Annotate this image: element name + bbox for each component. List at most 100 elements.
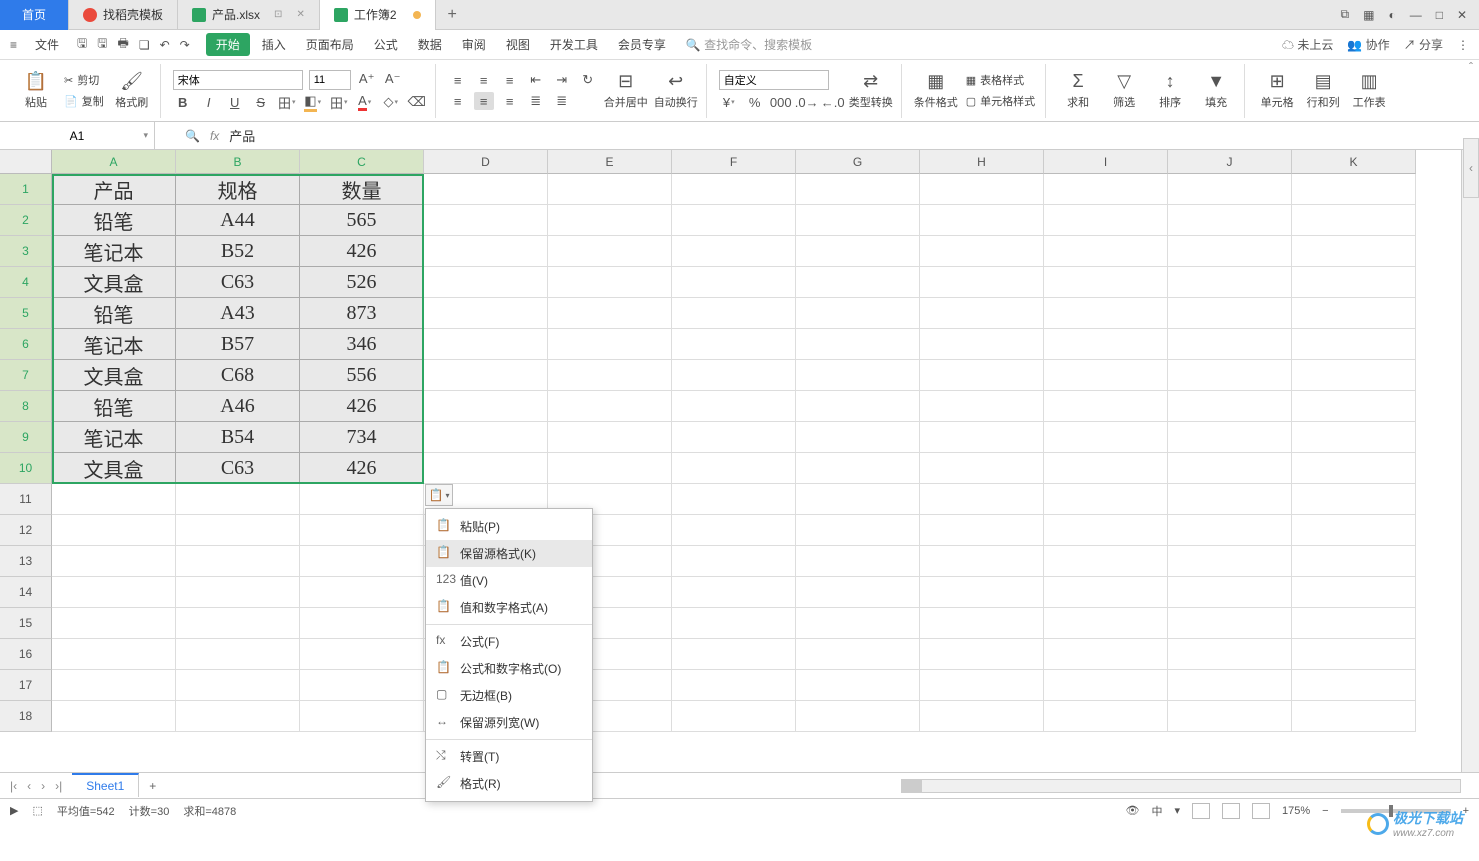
cell[interactable] (920, 236, 1044, 267)
col-header-J[interactable]: J (1168, 150, 1292, 174)
col-header-D[interactable]: D (424, 150, 548, 174)
worksheet-button[interactable]: ▥工作表 (1349, 71, 1389, 110)
autosum-button[interactable]: Σ求和 (1058, 71, 1098, 110)
cell[interactable] (1044, 670, 1168, 701)
cell[interactable] (1168, 236, 1292, 267)
cell[interactable] (1044, 329, 1168, 360)
menu-dev[interactable]: 开发工具 (542, 32, 606, 57)
cell[interactable] (920, 670, 1044, 701)
cell[interactable] (1292, 391, 1416, 422)
cell[interactable] (424, 422, 548, 453)
cell[interactable]: C63 (176, 453, 300, 484)
spreadsheet-grid[interactable]: ABCDEFGHIJK 123456789101112131415161718 … (0, 150, 1479, 772)
cell[interactable] (176, 670, 300, 701)
cell[interactable] (1168, 546, 1292, 577)
clear-format-button[interactable]: ⌫ (407, 93, 427, 111)
col-header-C[interactable]: C (300, 150, 424, 174)
cell[interactable] (796, 267, 920, 298)
rowcol-button[interactable]: ▤行和列 (1303, 71, 1343, 110)
selection-icon[interactable]: ⬚ (32, 804, 42, 817)
italic-button[interactable]: I (199, 93, 219, 111)
cell[interactable] (672, 546, 796, 577)
row-header-11[interactable]: 11 (0, 484, 52, 515)
cell[interactable] (1044, 267, 1168, 298)
menu-icon[interactable]: ≡ (10, 38, 17, 52)
cell[interactable] (920, 174, 1044, 205)
cell[interactable] (548, 453, 672, 484)
cell[interactable] (796, 422, 920, 453)
cell[interactable] (796, 701, 920, 732)
cell[interactable]: B52 (176, 236, 300, 267)
cloud-status[interactable]: ☁ 未上云 (1282, 36, 1333, 53)
row-header-2[interactable]: 2 (0, 205, 52, 236)
menu-formulas-numfmt[interactable]: 📋公式和数字格式(O) (426, 655, 592, 682)
cell[interactable] (920, 577, 1044, 608)
cell[interactable] (548, 391, 672, 422)
cell[interactable]: 数量 (300, 174, 424, 205)
cell[interactable] (1168, 174, 1292, 205)
cell[interactable] (424, 267, 548, 298)
sheet-tab[interactable]: Sheet1 (72, 773, 139, 797)
number-format-combo[interactable] (719, 70, 829, 90)
cell[interactable] (548, 329, 672, 360)
zoom-level[interactable]: 175% (1282, 805, 1310, 817)
cell[interactable] (300, 670, 424, 701)
filter-button[interactable]: ▽筛选 (1104, 71, 1144, 110)
record-macro-icon[interactable]: ▶ (10, 804, 18, 817)
cell[interactable]: 526 (300, 267, 424, 298)
decrease-indent-icon[interactable]: ⇤ (526, 71, 546, 89)
row-header-1[interactable]: 1 (0, 174, 52, 205)
orientation-icon[interactable]: ↻ (578, 71, 598, 89)
cell[interactable]: 文具盒 (52, 360, 176, 391)
ime-dropdown-icon[interactable]: ▾ (1174, 804, 1180, 817)
cell[interactable]: A43 (176, 298, 300, 329)
justify-icon[interactable]: ≣ (526, 92, 546, 110)
cell[interactable] (548, 360, 672, 391)
cell[interactable] (52, 608, 176, 639)
cell[interactable] (672, 608, 796, 639)
cell[interactable]: 565 (300, 205, 424, 236)
cell-style-button[interactable]: ▢ 单元格样式 (964, 92, 1037, 110)
row-header-6[interactable]: 6 (0, 329, 52, 360)
cell[interactable] (920, 205, 1044, 236)
cell[interactable] (796, 546, 920, 577)
cell[interactable] (920, 546, 1044, 577)
cell[interactable]: 笔记本 (52, 422, 176, 453)
cell[interactable] (548, 298, 672, 329)
cell[interactable]: A44 (176, 205, 300, 236)
cell[interactable] (920, 329, 1044, 360)
menu-format[interactable]: 🖌格式(R) (426, 770, 592, 797)
cell[interactable] (548, 267, 672, 298)
cell[interactable] (672, 701, 796, 732)
row-header-17[interactable]: 17 (0, 670, 52, 701)
cell[interactable] (672, 422, 796, 453)
ime-indicator[interactable]: 中 (1151, 803, 1162, 819)
cell[interactable]: 文具盒 (52, 267, 176, 298)
paste-options-chip[interactable]: 📋 (425, 484, 453, 506)
cell[interactable]: 文具盒 (52, 453, 176, 484)
tab-file-products[interactable]: 产品.xlsx ⊡ ✕ (178, 0, 320, 30)
cell[interactable] (1168, 298, 1292, 329)
cell[interactable] (176, 546, 300, 577)
collapse-ribbon-icon[interactable]: ˆ (1469, 60, 1473, 74)
cell[interactable] (176, 608, 300, 639)
cell[interactable] (424, 174, 548, 205)
cell[interactable] (672, 515, 796, 546)
row-header-5[interactable]: 5 (0, 298, 52, 329)
cell[interactable] (1168, 515, 1292, 546)
menu-transpose[interactable]: ⤭转置(T) (426, 743, 592, 770)
cell[interactable] (796, 205, 920, 236)
menu-insert[interactable]: 插入 (254, 32, 294, 57)
cell[interactable] (796, 639, 920, 670)
cell[interactable] (672, 298, 796, 329)
cell[interactable] (920, 360, 1044, 391)
cell[interactable] (52, 701, 176, 732)
cell[interactable] (1044, 546, 1168, 577)
share-button[interactable]: ↗ 分享 (1404, 36, 1443, 53)
cell[interactable]: C68 (176, 360, 300, 391)
cell[interactable] (672, 670, 796, 701)
row-header-9[interactable]: 9 (0, 422, 52, 453)
undo-icon[interactable]: ↶ (160, 38, 170, 52)
menu-member[interactable]: 会员专享 (610, 32, 674, 57)
cell[interactable] (1292, 298, 1416, 329)
